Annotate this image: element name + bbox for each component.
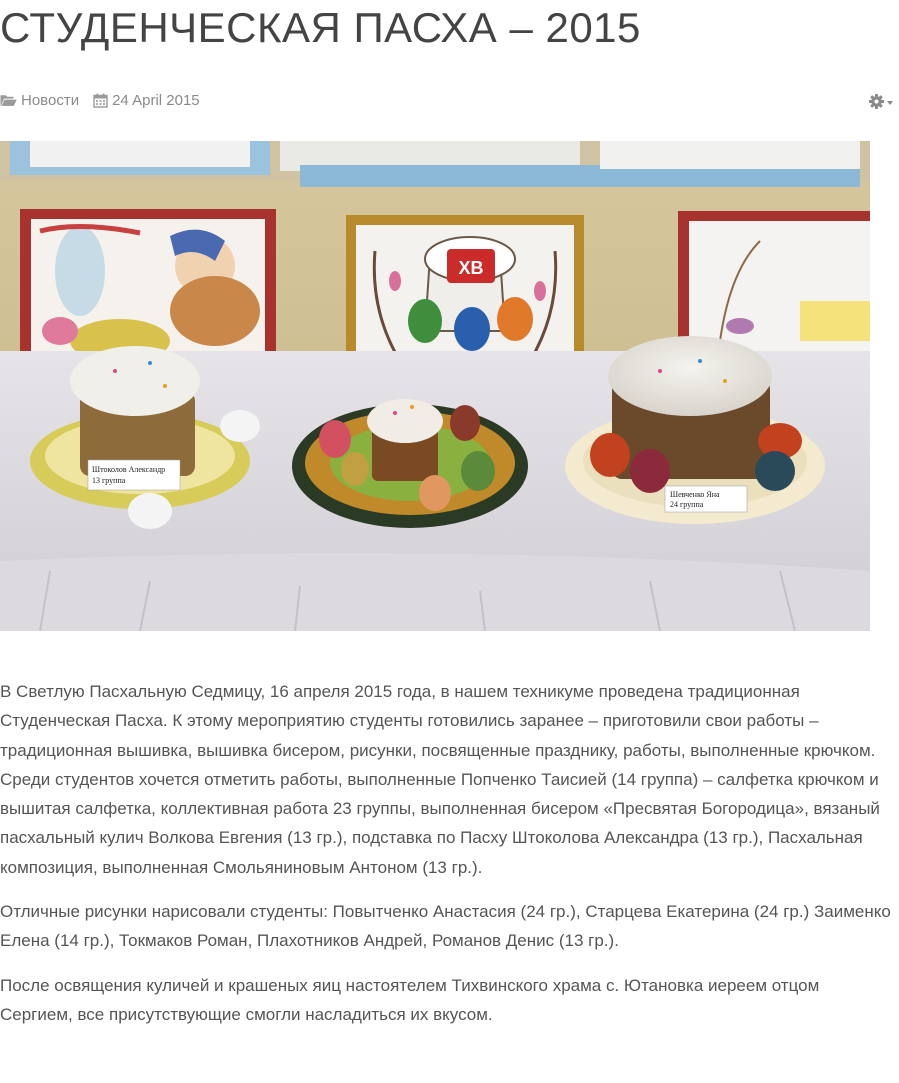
article-photo: ХВ Штоколов Александр 13 группа Шевченко… <box>0 141 870 631</box>
chevron-down-icon <box>887 100 893 105</box>
painting-text: ХВ <box>458 258 483 278</box>
date-info: 24 April 2015 <box>93 92 200 109</box>
article-paragraph-1: В Светлую Пасхальную Седмицу, 16 апреля … <box>0 682 880 877</box>
article-tools-dropdown[interactable] <box>869 94 893 109</box>
label-left-group: 13 группа <box>92 476 126 485</box>
label-left-name: Штоколов Александр <box>92 465 165 474</box>
label-right-group: 24 группа <box>670 500 704 509</box>
article-title: СТУДЕНЧЕСКАЯ ПАСХА – 2015 <box>0 4 641 51</box>
article-meta: Новости 24 April 2015 <box>0 90 214 110</box>
folder-open-icon <box>0 95 17 106</box>
article-body: В Светлую Пасхальную Седмицу, 16 апреля … <box>0 677 895 1044</box>
article-paragraph-2: Отличные рисунки нарисовали студенты: По… <box>0 902 891 951</box>
article-page: СТУДЕНЧЕСКАЯ ПАСХА – 2015 Новости 24 Apr… <box>0 0 899 1083</box>
easter-display-photo: ХВ Штоколов Александр 13 группа Шевченко… <box>0 141 870 631</box>
label-right-name: Шевченко Яна <box>670 490 720 499</box>
calendar-icon <box>93 93 108 108</box>
article-paragraph-3: После освящения куличей и крашеных яиц н… <box>0 975 820 1024</box>
category-link[interactable]: Новости <box>21 92 79 109</box>
category-info: Новости <box>0 92 79 109</box>
publish-date: 24 April 2015 <box>112 91 200 109</box>
gear-icon <box>869 94 884 109</box>
